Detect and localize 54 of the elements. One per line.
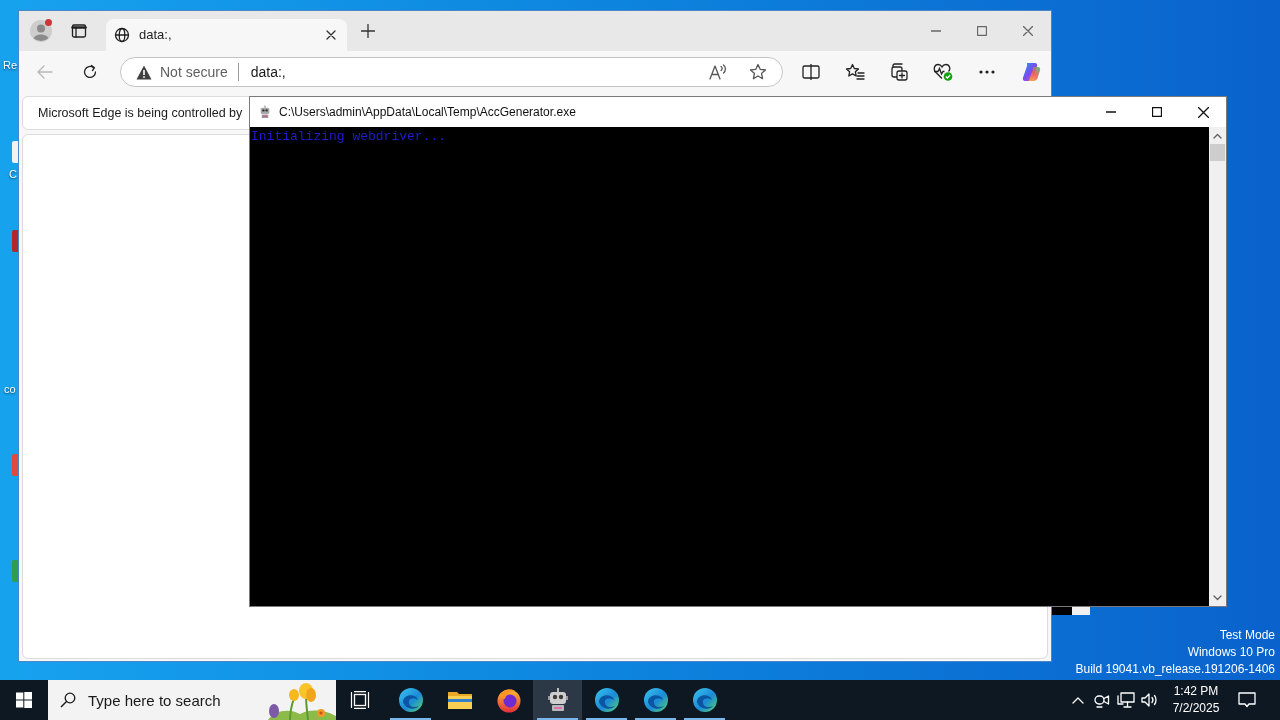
scrollbar-thumb[interactable] xyxy=(1210,144,1225,161)
clock[interactable]: 1:42 PM 7/2/2025 xyxy=(1165,680,1227,720)
warning-icon xyxy=(136,64,152,80)
back-arrow-icon xyxy=(37,65,53,79)
chevron-up-icon xyxy=(1072,696,1084,704)
task-view-icon xyxy=(350,691,370,709)
read-aloud-icon xyxy=(709,64,727,80)
maximize-icon xyxy=(1152,107,1162,117)
assistant-logo-icon xyxy=(1020,61,1042,83)
collections-icon xyxy=(889,63,909,81)
browser-icon xyxy=(593,687,620,713)
camera-icon xyxy=(1094,692,1110,708)
globe-icon xyxy=(114,27,130,43)
folder-icon xyxy=(446,689,473,711)
plus-icon xyxy=(361,24,375,38)
robot-icon xyxy=(258,105,272,119)
split-screen-icon xyxy=(802,64,820,80)
taskbar-app-button[interactable] xyxy=(533,680,582,720)
desktop-notice-text: Windows 10 Pro xyxy=(1187,644,1275,661)
browser-icon xyxy=(642,687,669,713)
browser-icon xyxy=(691,687,718,713)
browser-icon xyxy=(495,687,522,713)
address-bar[interactable]: Not secure data:, xyxy=(120,57,783,87)
star-icon xyxy=(749,63,767,81)
message-icon xyxy=(1238,692,1256,708)
window-title: C:\Users\admin\AppData\Local\Temp\AccGenerator.exe xyxy=(279,104,576,121)
security-indicator[interactable]: Not secure xyxy=(128,60,234,84)
window-icon xyxy=(71,23,87,39)
desktop-notice-text: Build 19041.vb_release.191206-1406 xyxy=(1075,661,1275,678)
close-icon xyxy=(326,30,336,40)
search-box[interactable]: Type here to search xyxy=(48,680,336,720)
desktop-notice-text: Test Mode xyxy=(1219,627,1275,644)
tab-title: data:, xyxy=(139,26,172,45)
network-monitor-icon xyxy=(1117,692,1135,708)
browser-tab[interactable]: data:, xyxy=(106,19,347,51)
url-text: data:, xyxy=(250,62,286,82)
desktop-icon-label: Re xyxy=(3,58,18,72)
close-icon xyxy=(1197,106,1209,118)
star-list-icon xyxy=(845,63,865,81)
more-icon xyxy=(979,70,995,74)
desktop-icon-label: C xyxy=(9,167,17,181)
search-field[interactable]: Type here to search xyxy=(88,688,258,712)
refresh-icon xyxy=(82,64,98,80)
console-line: Initializing webdriver... xyxy=(251,129,447,145)
close-icon xyxy=(1023,26,1033,36)
speaker-icon xyxy=(1141,692,1159,708)
desktop-icon-label: co xyxy=(4,382,16,396)
avatar-icon xyxy=(30,20,52,42)
windows-logo-icon xyxy=(16,692,32,708)
browser-icon xyxy=(397,687,424,713)
search-icon xyxy=(60,692,76,708)
maximize-icon xyxy=(977,26,987,36)
heart-pulse-icon xyxy=(933,63,953,81)
infobar-text: Microsoft Edge is being controlled by xyxy=(38,104,243,122)
